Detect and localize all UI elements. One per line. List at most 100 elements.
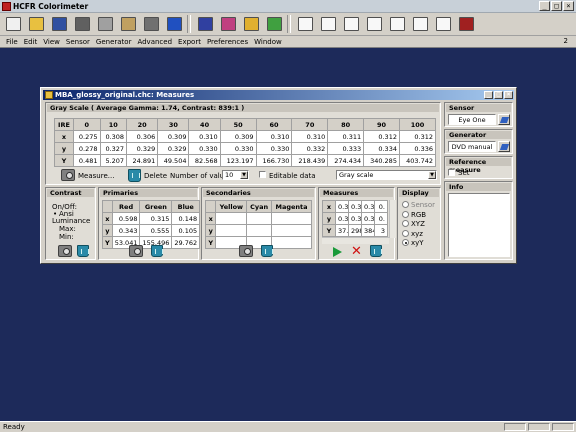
table-cell[interactable] [246,212,273,225]
table-cell[interactable]: 0.330 [219,142,257,155]
color-temp-button[interactable] [456,15,476,34]
table-cell[interactable]: 0.309 [157,130,190,143]
menu-edit[interactable]: Edit [24,38,38,46]
measure-camera-icon[interactable] [61,169,75,181]
secondaries-delete-bin-icon[interactable] [261,245,273,257]
table-cell[interactable]: 0.275 [72,130,101,143]
primaries-table[interactable]: Red Green Blue x 0.598 0.315 0.148 y 0.343 0.555 0… [102,200,201,249]
table-cell[interactable]: 0.598 [111,212,141,225]
table-cell[interactable]: 166.730 [255,154,293,167]
delete-bin-icon[interactable] [128,169,141,182]
copy-button[interactable] [95,15,115,34]
table-cell[interactable]: 0.312 [363,130,400,143]
table-cell[interactable] [271,224,312,237]
reference-set-checkbox[interactable] [448,169,455,176]
delete-button[interactable]: Delete [144,172,167,180]
measures-delete-bin-icon[interactable] [370,245,382,257]
table-cell[interactable]: 0.105 [171,224,201,237]
secondaries-table[interactable]: Yellow Cyan Magenta x y Y [204,200,312,249]
open-button[interactable] [26,15,46,34]
table-cell[interactable]: 0.555 [139,224,173,237]
table-cell[interactable]: 340.285 [363,154,400,167]
print-button[interactable] [141,15,161,34]
table-cell[interactable]: 0.332 [291,142,329,155]
table-cell[interactable]: 0.330 [255,142,293,155]
table-cell[interactable]: 0.381 [335,200,349,213]
table-cell[interactable]: 5.207 [99,154,128,167]
table-cell[interactable]: 0.329 [157,142,190,155]
table-cell[interactable] [215,224,248,237]
table-cell[interactable]: 0. [374,212,388,225]
primaries-measure-camera-icon[interactable] [129,245,143,257]
table-cell[interactable]: 0.481 [72,154,101,167]
table-cell[interactable]: 0.310 [291,130,329,143]
table-cell[interactable]: 0.311 [327,130,365,143]
table-cell[interactable]: 29.762 [171,236,201,249]
menu-window[interactable]: Window [254,38,282,46]
display-radio-rgb[interactable] [402,210,409,218]
measures-view-button[interactable] [195,15,215,34]
info-textbox[interactable] [448,193,510,257]
table-cell[interactable]: 0.330 [188,142,221,155]
play-icon[interactable] [333,247,342,257]
table-cell[interactable]: 218.439 [291,154,329,167]
near-black-graph-button[interactable] [364,15,384,34]
cut-button[interactable] [72,15,92,34]
primaries-delete-bin-icon[interactable] [151,245,163,257]
table-cell[interactable]: 0.315 [139,212,173,225]
minimize-button[interactable]: _ [539,1,550,11]
menu-generator[interactable]: Generator [96,38,132,46]
table-cell[interactable]: 0.319 [348,200,362,213]
menu-file[interactable]: File [6,38,18,46]
luminance-graph-button[interactable] [295,15,315,34]
measures-horizontal-scrollbar[interactable] [322,237,389,244]
table-cell[interactable]: 37.... [335,224,349,237]
saturation-graph-button[interactable] [410,15,430,34]
contrast-delete-bin-icon[interactable] [77,245,89,257]
table-cell[interactable]: 0.309 [219,130,257,143]
measure-button[interactable]: Measure... [78,172,114,180]
table-cell[interactable]: 0.314 [361,200,375,213]
gamma-graph-button[interactable] [318,15,338,34]
table-cell[interactable]: 0.332 [348,212,362,225]
menu-advanced[interactable]: Advanced [137,38,172,46]
grayscale-table[interactable]: IRE 0 10 20 30 40 50 60 70 80 90 100 x 0.275 0.308 0.30… [54,118,437,167]
cie-chart-button[interactable] [218,15,238,34]
table-cell[interactable] [271,236,312,249]
table-cell[interactable]: 0.336 [398,142,437,155]
child-close-button[interactable]: × [504,91,513,99]
table-cell[interactable]: 0.334 [363,142,400,155]
sensor-config-button[interactable] [498,114,510,125]
table-cell[interactable]: 0.310 [188,130,221,143]
close-button[interactable]: × [563,1,574,11]
table-cell[interactable]: 123.197 [219,154,257,167]
table-cell[interactable]: 0.327 [99,142,128,155]
folder-view-button[interactable] [241,15,261,34]
table-cell[interactable]: 24.891 [126,154,159,167]
table-cell[interactable]: 0.306 [126,130,159,143]
table-cell[interactable]: 0.310 [255,130,293,143]
generator-config-button[interactable] [498,141,510,152]
table-cell[interactable]: 3 [374,224,388,237]
display-radio-xyy[interactable] [402,239,409,246]
maximize-button[interactable]: □ [551,1,562,11]
table-cell[interactable]: 0.333 [327,142,365,155]
child-minimize-button[interactable]: _ [484,91,493,99]
display-radio-sensor[interactable] [402,201,409,208]
table-cell[interactable]: 0.278 [72,142,101,155]
table-cell[interactable] [271,212,312,225]
rgb-levels-button[interactable] [341,15,361,34]
stop-icon[interactable]: ✕ [351,245,362,258]
child-maximize-button[interactable]: □ [494,91,503,99]
table-cell[interactable] [246,224,273,237]
near-white-graph-button[interactable] [387,15,407,34]
table-cell[interactable]: 0.392 [335,212,349,225]
table-cell[interactable]: 0.308 [99,130,128,143]
paste-button[interactable] [118,15,138,34]
menu-view[interactable]: View [43,38,60,46]
table-cell[interactable]: 403.742 [398,154,437,167]
menu-preferences[interactable]: Preferences [207,38,248,46]
scale-type-select[interactable]: Gray scale ▼ [336,170,437,180]
measures-table[interactable]: x0.3810.3190.3140.y0.3920.3320.3330.Y37.… [322,200,388,237]
color-temp-graph-button[interactable] [433,15,453,34]
